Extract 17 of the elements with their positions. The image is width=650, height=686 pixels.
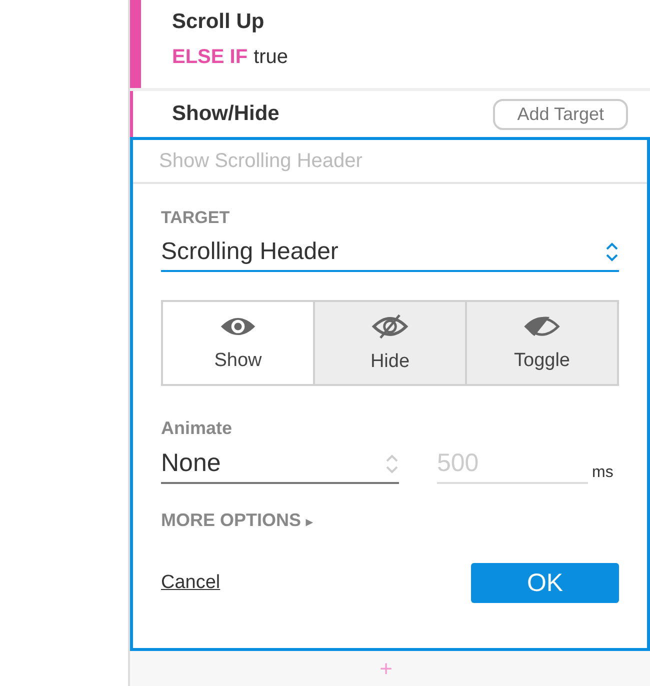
action-title: Show/Hide [172,102,280,126]
chevron-updown-icon [605,240,619,264]
cancel-link[interactable]: Cancel [161,572,220,594]
eye-half-icon [523,314,561,338]
animate-select[interactable]: None [161,449,399,484]
more-options-link[interactable]: MORE OPTIONS ▸ [161,510,314,531]
add-target-button[interactable]: Add Target [493,98,628,130]
event-title: Scroll Up [172,10,266,34]
condition-keyword: ELSE IF [172,46,248,68]
target-select[interactable]: Scrolling Header [161,238,619,272]
eye-slash-icon [371,314,409,338]
condition-value: true [254,46,288,68]
duration-unit: ms [592,464,614,483]
mode-option[interactable]: Hide [313,302,465,384]
mode-option[interactable]: Toggle [465,302,617,384]
animate-label: Animate [161,418,234,439]
target-label: TARGET [161,208,231,228]
